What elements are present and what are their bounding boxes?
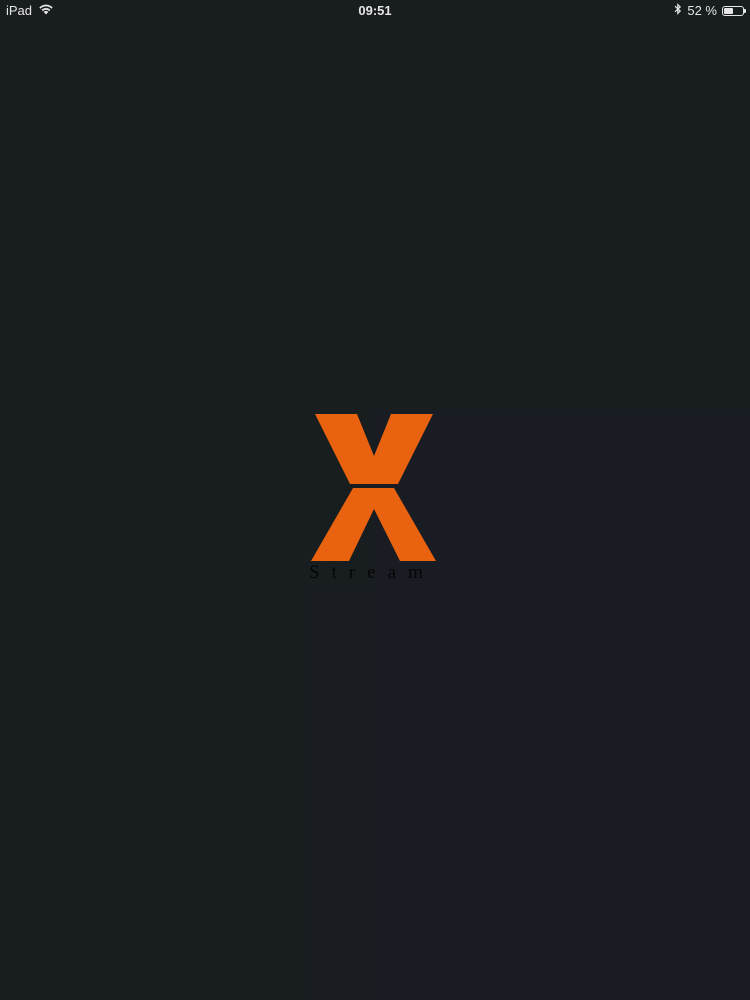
splash-screen: iPad 09:51 52 % Stream: [0, 0, 750, 1000]
status-bar-right: 52 %: [674, 3, 746, 18]
bluetooth-icon: [674, 3, 682, 18]
battery-percent: 52 %: [687, 3, 717, 18]
status-bar: iPad 09:51 52 %: [0, 0, 750, 22]
status-time: 09:51: [358, 3, 392, 18]
xstream-logo: Stream: [305, 410, 445, 590]
battery-icon: [722, 5, 746, 16]
wifi-icon: [38, 3, 54, 18]
background-panel-strip: [310, 585, 375, 1000]
logo-x-mark: [311, 414, 436, 561]
status-bar-left: iPad: [6, 3, 54, 18]
device-name: iPad: [6, 3, 33, 18]
battery-level: [724, 7, 734, 14]
logo-wordmark: Stream: [309, 562, 435, 583]
